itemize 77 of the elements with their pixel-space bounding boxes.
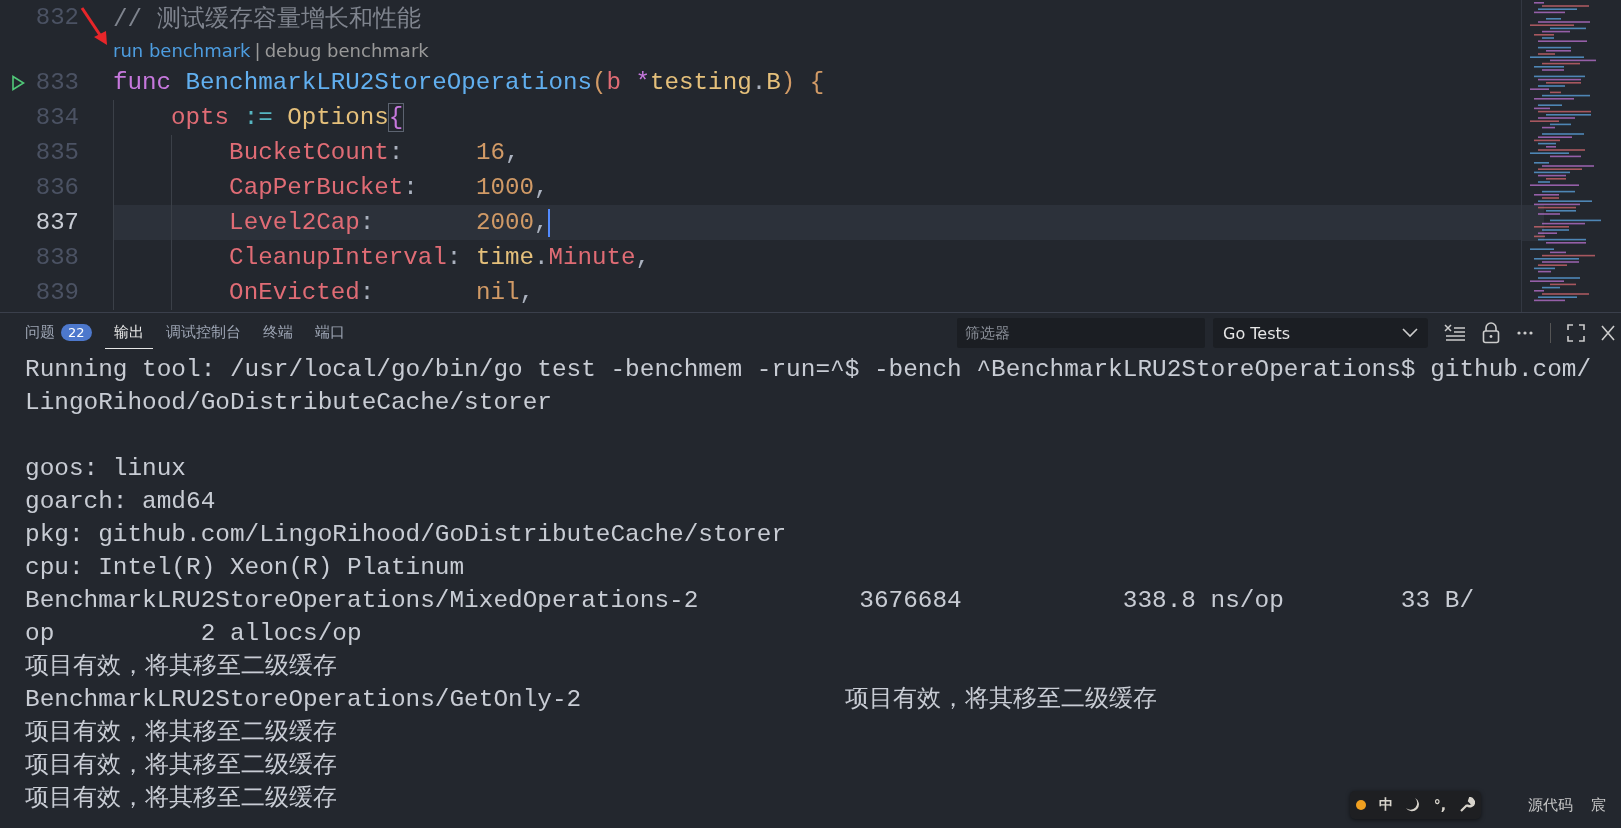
close-icon[interactable] (1601, 325, 1615, 341)
output-line: cpu: Intel(R) Xeon(R) Platinum (25, 553, 465, 583)
code-token: CapPerBucket (228, 174, 404, 201)
code-token: * (634, 69, 651, 96)
code-token: nil (475, 279, 520, 306)
output-line: BenchmarkLRU2StoreOperations/MixedOperations-2 3676684 338.8 ns/op 33 B/ (25, 586, 1475, 616)
code-token: : (359, 279, 376, 306)
output-line: goos: linux (25, 454, 186, 484)
code-token: time (475, 244, 534, 271)
output-line: Running tool: /usr/local/go/bin/go test -benchmem -run=^$ -bench ^BenchmarkLRU2StoreOperations$ github.com/ (25, 355, 1592, 385)
codelens-link[interactable]: run benchmark (113, 39, 251, 61)
output-line: 项目有效，将其移至二级缓存 (25, 652, 337, 682)
input-mode[interactable]: 中 (1378, 796, 1393, 814)
code-token: { (388, 104, 404, 131)
code-token: 2000 (475, 209, 534, 236)
output-line: pkg: github.com/LingoRihood/GoDistributeCache/storer (25, 520, 787, 550)
code-token: , (533, 209, 549, 236)
output-line: 项目有效，将其移至二级缓存 (25, 718, 337, 748)
code-token: : (446, 244, 463, 271)
code-token: := (242, 104, 273, 131)
clear-output-icon[interactable] (1444, 323, 1466, 343)
code-token: . (751, 69, 767, 96)
channel-dropdown[interactable]: Go Tests (1213, 318, 1428, 348)
code-token: ( (592, 69, 607, 96)
chevron-icon (1402, 328, 1418, 338)
code-token: Minute (548, 244, 636, 271)
output-line: goarch: amd64 (25, 487, 216, 517)
code-token: Options (286, 104, 389, 131)
output-line: 项目有效，将其移至二级缓存 (25, 751, 337, 781)
code-token: BenchmarkLRU2StoreOperations (184, 69, 592, 96)
code-token: , (635, 244, 651, 271)
output-line: op 2 allocs/op (25, 619, 362, 649)
more-icon[interactable] (1516, 330, 1534, 336)
punctuation-mode[interactable]: °, (1433, 797, 1447, 813)
code-token: B (766, 69, 781, 96)
code-token: testing (650, 69, 752, 96)
annotation-arrow (80, 6, 110, 46)
moon-icon[interactable] (1405, 797, 1422, 813)
maximize-icon[interactable] (1567, 324, 1585, 342)
code-token: 1000 (475, 174, 534, 201)
panel-tab[interactable]: 输出 (104, 317, 153, 349)
code-token: b (606, 69, 622, 96)
code-token: { (808, 69, 825, 96)
wrench-icon[interactable] (1458, 797, 1475, 813)
output-line: BenchmarkLRU2StoreOperations/GetOnly-2 项目有效，将其移至二级缓存 (25, 685, 1157, 715)
status-item[interactable]: 源代码 (1528, 796, 1573, 815)
panel-tab[interactable]: 终端 (253, 317, 302, 349)
status-item[interactable]: 宸 (1591, 796, 1606, 815)
code-token: ) (780, 69, 796, 96)
status-dot-icon (1356, 800, 1367, 810)
code-token: , (504, 139, 520, 166)
code-token: CleanupInterval (228, 244, 447, 271)
run-icon[interactable] (11, 75, 25, 91)
code-token: // 测试缓存容量增长和性能 (113, 4, 421, 34)
code-token: func (113, 69, 172, 96)
count-badge: 22 (61, 324, 92, 341)
code-token: Level2Cap (228, 209, 360, 236)
output-line: 项目有效，将其移至二级缓存 (25, 784, 337, 814)
code-token: : (403, 174, 419, 201)
line-number: 837 (35, 209, 79, 236)
code-token: opts (170, 104, 230, 131)
code-token: OnEvicted (228, 279, 360, 306)
filter-field[interactable]: 筛选器 (957, 318, 1205, 348)
code-token: : (388, 139, 405, 166)
lock-icon[interactable] (1482, 322, 1500, 344)
code-token: . (533, 244, 549, 271)
output-line: LingoRihood/GoDistributeCache/storer (25, 388, 552, 418)
panel-tab[interactable]: 调试控制台 (156, 317, 250, 349)
code-token: , (519, 279, 534, 306)
panel-tab[interactable]: 问题 22 (16, 317, 101, 349)
panel-tab[interactable]: 端口 (305, 317, 354, 349)
separator: | (254, 39, 261, 61)
code-token: 16 (475, 139, 505, 166)
codelens-link[interactable]: debug benchmark (264, 39, 429, 61)
code-token: , (533, 174, 549, 201)
code-token: BucketCount (228, 139, 389, 166)
code-token: : (359, 209, 376, 236)
